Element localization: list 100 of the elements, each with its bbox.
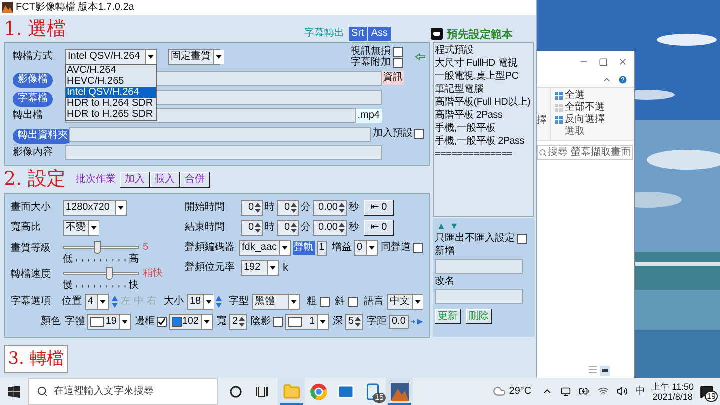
dropdown[interactable]: 192 [241, 260, 279, 276]
number-spinner[interactable]: 0 [277, 220, 299, 236]
oval-button[interactable]: 字幕檔 [13, 92, 53, 107]
batch-button[interactable]: 載入 [150, 172, 180, 188]
checkbox[interactable] [320, 297, 330, 307]
preset-item[interactable]: 大尺寸 FullHD 電視 [435, 57, 518, 70]
slider-track[interactable] [63, 241, 139, 254]
spacing-field[interactable]: 0.0 [389, 315, 409, 329]
checkbox[interactable] [414, 129, 424, 140]
checkbox[interactable] [413, 243, 423, 253]
number-spinner[interactable]: 2 [229, 314, 247, 330]
label: 深 [333, 317, 343, 327]
taskbar-app[interactable] [278, 378, 305, 405]
wifi-icon[interactable] [598, 386, 609, 397]
preset-item[interactable]: 一般電視,桌上型PC [435, 70, 519, 83]
label: 分 [301, 203, 311, 213]
dropdown[interactable]: 18 [187, 294, 213, 310]
number-spinner[interactable]: 5 [345, 314, 363, 330]
oval-button[interactable]: 影像檔 [13, 72, 53, 88]
checkbox[interactable] [517, 234, 527, 244]
taskbar-app[interactable]: 15 [359, 378, 386, 405]
slider-thumb[interactable] [106, 267, 113, 280]
label: 同聲道 [381, 243, 411, 253]
label: 粗 [307, 297, 317, 307]
text-field[interactable] [65, 145, 382, 160]
preset-item[interactable]: 程式預設 [435, 44, 474, 57]
dropdown-option[interactable]: HDR to H.265 SDR [66, 109, 156, 120]
dropdown[interactable]: 1280x720 [63, 200, 127, 216]
reset-button[interactable]: ⇤ 0 [364, 200, 394, 216]
reset-button[interactable]: ⇤ 0 [364, 220, 394, 236]
checkbox[interactable] [393, 46, 403, 57]
task-view-icon[interactable] [256, 386, 268, 396]
preset-item[interactable]: 手機,一般平板 [435, 122, 496, 135]
dropdown[interactable]: 黑體 [252, 294, 300, 310]
dropdown[interactable]: 不變 [63, 220, 99, 236]
updown-arrows-icon[interactable] [216, 295, 222, 309]
dropdown[interactable]: fdk_aac [239, 240, 291, 256]
label: 語言 [364, 297, 384, 307]
caret-icon [91, 226, 97, 230]
dropdown[interactable]: 0 [354, 240, 378, 256]
start-icon[interactable] [8, 386, 20, 398]
preset-item[interactable]: 高階平板 2Pass [435, 109, 503, 122]
text-field[interactable] [69, 126, 371, 142]
ribbon-button[interactable]: 全選 [555, 91, 605, 101]
color-dropdown[interactable]: 1 [285, 314, 329, 330]
color-dropdown[interactable]: 102 [169, 314, 213, 330]
preset-item[interactable]: 手機,一般平板 2Pass [435, 135, 524, 148]
cortana-icon[interactable] [230, 386, 242, 398]
dropdown[interactable]: Intel QSV/H.264 [65, 49, 157, 66]
battery-icon[interactable] [578, 386, 590, 397]
number-spinner[interactable]: 0 [241, 220, 263, 236]
checkbox[interactable] [393, 58, 403, 68]
label: 高 [129, 255, 139, 265]
help-icon[interactable] [618, 75, 628, 85]
caret-icon [320, 320, 326, 324]
checkbox[interactable] [273, 317, 283, 327]
label: 右 [147, 297, 157, 307]
convert-tab[interactable]: 3. 轉檔 [4, 345, 68, 373]
slider-thumb[interactable] [94, 241, 102, 254]
tiles-view-icon[interactable] [600, 366, 610, 376]
close-icon[interactable] [618, 57, 628, 67]
color-dropdown[interactable]: 19 [87, 314, 131, 330]
number-spinner[interactable]: 0 [277, 200, 299, 216]
preset-item[interactable]: 筆記型電腦 [435, 83, 484, 96]
taskbar-search[interactable]: 在這裡輸入文字來搜尋 [28, 378, 218, 405]
slider-track[interactable] [63, 267, 139, 280]
dropdown-option[interactable]: HEVC/H.265 [66, 76, 156, 88]
arrows-icon[interactable] [410, 319, 423, 325]
number-spinner[interactable]: 0 [241, 200, 263, 216]
dropdown[interactable]: 中文 [387, 294, 423, 310]
batch-button[interactable]: 加入 [120, 172, 150, 188]
export-button[interactable]: Srt [348, 27, 368, 41]
volume-icon[interactable] [616, 386, 628, 397]
device-icon[interactable] [560, 386, 571, 396]
dropdown-option[interactable]: AVC/H.264 [66, 65, 156, 76]
weather-icon[interactable] [493, 385, 506, 398]
checkbox[interactable] [348, 297, 358, 307]
updown-arrows-icon[interactable] [112, 295, 118, 309]
app-icon[interactable] [390, 382, 408, 400]
browser-icon[interactable] [310, 382, 328, 400]
taskbar-app[interactable] [386, 378, 413, 405]
batch-button[interactable]: 合併 [180, 172, 210, 188]
dropdown-option[interactable]: HDR to H.264 SDR [66, 98, 156, 110]
checkbox[interactable] [157, 317, 167, 327]
export-button[interactable]: Ass [368, 27, 391, 41]
text-field[interactable] [435, 289, 523, 304]
preset-icon[interactable] [431, 28, 443, 40]
ribbon-button[interactable]: 全部不選 [555, 103, 605, 113]
text-field[interactable] [435, 259, 523, 274]
search-field[interactable]: 搜尋 螢幕擷取畫面 [537, 145, 633, 160]
dropdown[interactable]: 4 [85, 294, 109, 310]
number-spinner[interactable]: 0.00 [313, 220, 347, 236]
number-spinner[interactable]: 0.00 [313, 200, 347, 216]
preset-item[interactable]: 高階平板(Full HD以上) [435, 96, 530, 109]
maximize-icon[interactable] [599, 58, 608, 66]
dropdown-option[interactable]: Intel QSV/H.264 [66, 87, 156, 98]
info-button[interactable]: 資訊 [382, 71, 404, 86]
track-button[interactable]: 聲軌 [293, 241, 315, 255]
preset-item[interactable]: ============== [435, 148, 513, 161]
ribbon-button[interactable]: 反向選擇 [555, 115, 605, 125]
